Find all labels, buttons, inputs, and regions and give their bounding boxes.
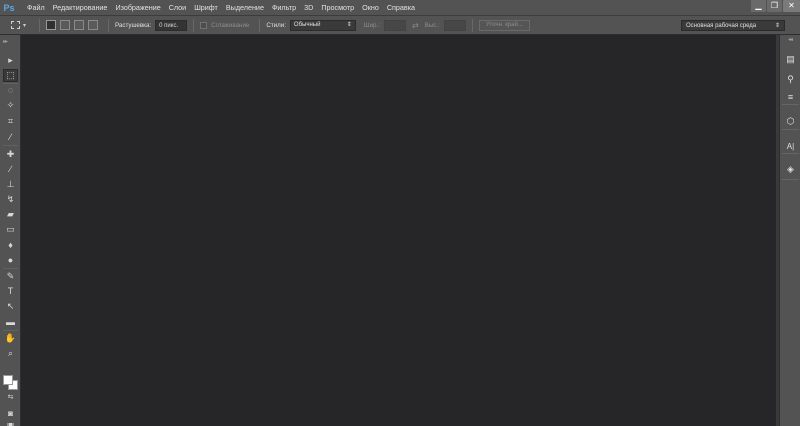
history-panel-icon[interactable]: ▤ (783, 52, 798, 66)
menu-filter[interactable]: Фильтр (272, 3, 296, 12)
menu-bar: Ps Файл Редактирование Изображение Слои … (0, 0, 800, 16)
dock-divider (782, 153, 799, 154)
toolbox-grip[interactable]: ▸▸ (0, 35, 20, 47)
move-tool-icon[interactable]: ▸ (3, 54, 18, 67)
tool-preset-picker[interactable]: ▾ (11, 18, 33, 32)
divider (471, 18, 473, 32)
height-input[interactable] (443, 19, 466, 31)
dock-divider (782, 104, 799, 105)
minimize-button[interactable]: ▁ (751, 0, 766, 12)
workspace-select-value: Основная рабочая среда (686, 23, 757, 29)
style-select[interactable]: Обычный ⇕ (289, 19, 356, 31)
chevron-updown-icon: ⇕ (346, 22, 352, 28)
marquee-icon (11, 21, 20, 29)
character-panel-icon[interactable]: A| (783, 139, 798, 153)
eyedropper-tool-icon[interactable]: ⁄ (3, 131, 18, 144)
tool-divider (3, 268, 18, 269)
menu-type[interactable]: Шрифт (194, 3, 218, 12)
3d-panel-icon[interactable]: ⬡ (783, 114, 798, 128)
rectangle-tool-icon[interactable]: ▬ (3, 316, 18, 329)
new-selection-button[interactable] (46, 20, 56, 30)
menu-window[interactable]: Окно (362, 3, 379, 12)
chevron-updown-icon: ⇕ (774, 23, 780, 29)
feather-input[interactable]: 0 пикс. (155, 19, 188, 31)
menu-edit[interactable]: Редактирование (53, 3, 108, 12)
add-selection-button[interactable] (60, 20, 70, 30)
default-colors-icon[interactable]: ⇆ (3, 391, 18, 404)
style-select-value: Обычный (293, 22, 321, 28)
quick-selection-tool-icon[interactable]: ✧ (3, 99, 18, 112)
options-bar: ▾ Растушевка: 0 пикс. Сглаживание Стили:… (0, 16, 800, 35)
menu-3d[interactable]: 3D (304, 3, 313, 12)
dock-grip[interactable]: ◂◂ (780, 35, 800, 45)
tool-divider (3, 330, 18, 331)
height-label: Выс.: (424, 21, 440, 29)
antialias-label: Сглаживание (211, 21, 250, 29)
zoom-tool-icon[interactable]: ⌕ (3, 347, 18, 360)
adjustments-panel-icon[interactable]: ≡ (783, 90, 798, 104)
swap-icon[interactable]: ⇄ (412, 21, 419, 30)
foreground-color-swatch[interactable] (3, 375, 13, 385)
chevron-down-icon: ▾ (23, 22, 27, 29)
type-tool-icon[interactable]: T (3, 285, 18, 298)
history-brush-tool-icon[interactable]: ↯ (3, 193, 18, 206)
quick-mask-icon[interactable]: ◙ (3, 407, 18, 420)
crop-tool-icon[interactable]: ⌗ (3, 115, 18, 128)
layers-panel-icon[interactable]: ◈ (783, 162, 798, 176)
blur-tool-icon[interactable]: ♦ (3, 239, 18, 252)
rect-marquee-tool-icon[interactable]: ⬚ (3, 69, 18, 82)
path-selection-tool-icon[interactable]: ↖ (3, 300, 18, 313)
photoshop-window: Ps Файл Редактирование Изображение Слои … (0, 0, 800, 426)
dodge-tool-icon[interactable]: ● (3, 254, 18, 267)
dock-divider (782, 129, 799, 130)
toolbox: ▸▸ ⇆ ◙ ▣ ▸⬚◌✧⌗⁄✚∕⊥↯▰▭♦●✎T↖▬✋⌕ (0, 35, 21, 426)
width-input[interactable] (383, 19, 406, 31)
divider (108, 18, 109, 32)
menu-view[interactable]: Просмотр (321, 3, 354, 12)
panel-dock: ◂◂ ▤ ⚲ ≡ ⬡ A| ◈ (779, 35, 800, 426)
antialias-checkbox[interactable] (200, 21, 208, 29)
menu-layer[interactable]: Слои (169, 3, 186, 12)
intersect-selection-button[interactable] (88, 20, 98, 30)
menu-select[interactable]: Выделение (226, 3, 264, 12)
menu-file[interactable]: Файл (27, 3, 45, 12)
refine-edge-button[interactable]: Уточн. край... (478, 19, 530, 31)
feather-label: Растушевка: (115, 21, 152, 29)
brush-tool-icon[interactable]: ∕ (3, 163, 18, 176)
width-label: Шир.: (363, 21, 380, 29)
workspace-select[interactable]: Основная рабочая среда ⇕ (681, 20, 785, 31)
menu-help[interactable]: Справка (387, 3, 415, 12)
eraser-tool-icon[interactable]: ▰ (3, 208, 18, 221)
canvas-area[interactable] (22, 35, 776, 426)
restore-button[interactable]: ❐ (767, 0, 782, 12)
gradient-tool-icon[interactable]: ▭ (3, 223, 18, 236)
tool-divider (3, 145, 18, 146)
divider (259, 18, 261, 32)
dock-divider (782, 179, 799, 180)
clone-stamp-tool-icon[interactable]: ⊥ (3, 178, 18, 191)
divider (193, 18, 195, 32)
menu-image[interactable]: Изображение (115, 3, 160, 12)
lasso-tool-icon[interactable]: ◌ (3, 84, 18, 97)
style-label: Стили: (266, 21, 286, 29)
pen-tool-icon[interactable]: ✎ (3, 270, 18, 283)
hand-tool-icon[interactable]: ✋ (3, 332, 18, 345)
window-controls: ▁ ❐ ✕ (750, 0, 800, 14)
subtract-selection-button[interactable] (74, 20, 84, 30)
divider (39, 18, 40, 32)
ps-logo: Ps (3, 2, 15, 13)
healing-brush-tool-icon[interactable]: ✚ (3, 148, 18, 161)
brush-panel-icon[interactable]: ⚲ (783, 72, 798, 86)
close-button[interactable]: ✕ (783, 0, 800, 12)
